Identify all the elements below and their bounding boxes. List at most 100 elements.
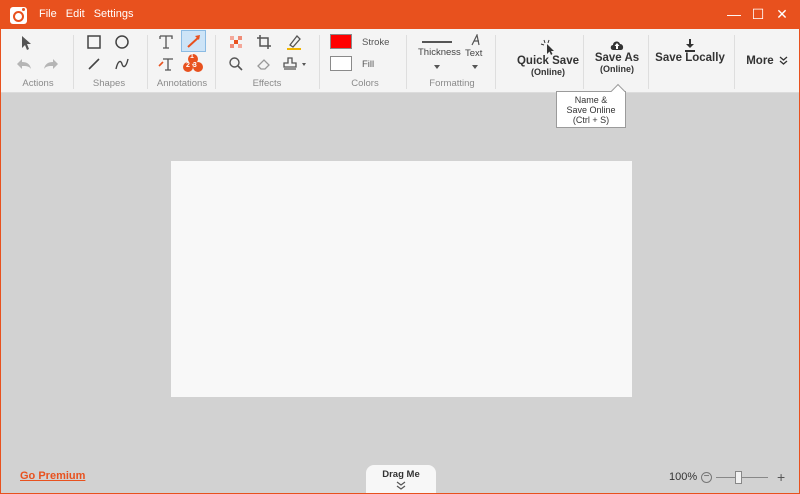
thickness-dropdown[interactable]: Thickness (415, 35, 461, 73)
fill-color-swatch[interactable] (330, 56, 352, 71)
text-label: Text (465, 48, 483, 59)
thickness-label: Thickness (418, 47, 461, 58)
double-chevron-down-icon (779, 56, 788, 65)
separator (734, 35, 735, 89)
text-style-icon (471, 34, 480, 46)
maximize-button[interactable]: ☐ (747, 5, 769, 23)
zoom-slider-track[interactable] (716, 477, 768, 478)
pixelate-icon (230, 36, 242, 48)
text-highlight-tool[interactable] (155, 53, 177, 75)
zoom-out-button[interactable]: − (701, 472, 712, 483)
magnifier-tool[interactable] (225, 53, 247, 75)
save-as-sub: (Online) (600, 64, 634, 74)
circle-icon (115, 35, 129, 49)
tooltip-line-2: Save Online (566, 105, 616, 115)
quick-save-button[interactable]: Quick Save (Online) (516, 29, 580, 93)
double-chevron-down-icon (396, 481, 406, 490)
text-t-icon (159, 35, 173, 49)
save-as-label: Save As (594, 52, 640, 64)
freehand-curve-icon (115, 58, 129, 70)
text-format-dropdown[interactable]: Text (461, 32, 489, 73)
separator (319, 35, 320, 89)
save-as-tooltip: Name & Save Online (Ctrl + S) (556, 83, 626, 128)
save-locally-button[interactable]: Save Locally (653, 29, 727, 93)
step-counter-tool[interactable]: 1 23 (181, 52, 205, 74)
menu-file[interactable]: File (39, 8, 57, 20)
magnifier-icon (229, 57, 243, 71)
highlighter-icon (287, 35, 301, 50)
redo-icon (44, 59, 58, 69)
title-bar: File Edit Settings — ☐ ✕ (1, 1, 799, 29)
eraser-tool[interactable] (253, 53, 275, 75)
menu-settings[interactable]: Settings (94, 8, 134, 20)
step-badge-row: 23 (186, 62, 200, 69)
thickness-caret-icon (434, 65, 440, 69)
line-icon (88, 58, 100, 70)
separator (215, 35, 216, 89)
colors-group: Stroke Fill Colors (323, 29, 407, 93)
line-thickness-icon (422, 41, 452, 43)
separator (406, 35, 407, 89)
separator (73, 35, 74, 89)
menu-edit[interactable]: Edit (66, 8, 85, 20)
stamp-tool[interactable] (281, 53, 309, 75)
quick-save-click-icon (540, 39, 554, 55)
highlighter-tool[interactable] (283, 31, 305, 53)
eraser-icon (257, 59, 270, 70)
go-premium-link[interactable]: Go Premium (20, 470, 85, 482)
download-icon (685, 39, 695, 52)
cursor-arrow-icon (22, 36, 31, 50)
more-button[interactable]: More (739, 29, 795, 93)
separator (495, 35, 496, 89)
undo-button[interactable] (13, 53, 35, 75)
annotations-label: Annotations (156, 78, 208, 89)
stroke-label: Stroke (362, 37, 390, 48)
drag-me-handle[interactable]: Drag Me (366, 465, 436, 493)
actions-group: Actions (9, 29, 67, 93)
crop-icon (257, 35, 271, 49)
ellipse-tool[interactable] (111, 31, 133, 53)
tooltip-line-1: Name & (574, 95, 608, 105)
zoom-slider-thumb[interactable] (734, 471, 742, 484)
shapes-group: Shapes (77, 29, 141, 93)
effects-group: Effects (219, 29, 315, 93)
fill-label: Fill (362, 59, 375, 70)
arrow-tool[interactable] (181, 30, 206, 52)
crop-tool[interactable] (253, 31, 275, 53)
pixelate-tool[interactable] (225, 31, 247, 53)
annotations-group: 1 23 Annotations (151, 29, 213, 93)
separator (648, 35, 649, 89)
image-canvas[interactable] (171, 161, 632, 397)
freehand-tool[interactable] (111, 53, 133, 75)
quick-save-sub: (Online) (531, 67, 565, 77)
separator (147, 35, 148, 89)
close-button[interactable]: ✕ (771, 5, 793, 23)
tooltip-line-3: (Ctrl + S) (572, 115, 610, 125)
cloud-upload-icon (610, 41, 624, 50)
quick-save-label: Quick Save (516, 55, 579, 67)
rectangle-icon (87, 35, 101, 49)
step-badge-top: 1 (190, 53, 194, 60)
colors-label: Colors (351, 78, 379, 89)
select-tool[interactable] (15, 32, 37, 54)
zoom-in-button[interactable]: + (777, 469, 785, 485)
text-caret-icon (472, 65, 478, 69)
text-tool[interactable] (155, 31, 177, 53)
menu-bar: File Edit Settings (39, 8, 133, 20)
shapes-label: Shapes (92, 78, 126, 89)
rectangle-tool[interactable] (83, 31, 105, 53)
actions-label: Actions (22, 78, 54, 89)
undo-icon (17, 59, 31, 69)
app-window: File Edit Settings — ☐ ✕ Actions Shapes … (0, 0, 800, 494)
line-tool[interactable] (83, 53, 105, 75)
orange-text-t-icon (158, 58, 173, 71)
toolbar: Actions Shapes 1 23 Annotations Effects … (1, 29, 799, 93)
save-locally-label: Save Locally (655, 52, 725, 64)
stamp-icon (283, 57, 306, 70)
redo-button[interactable] (40, 53, 62, 75)
app-logo-icon (10, 7, 27, 24)
minimize-button[interactable]: — (723, 5, 745, 23)
drag-me-label: Drag Me (382, 469, 420, 480)
stroke-color-swatch[interactable] (330, 34, 352, 49)
effects-label: Effects (252, 78, 282, 89)
